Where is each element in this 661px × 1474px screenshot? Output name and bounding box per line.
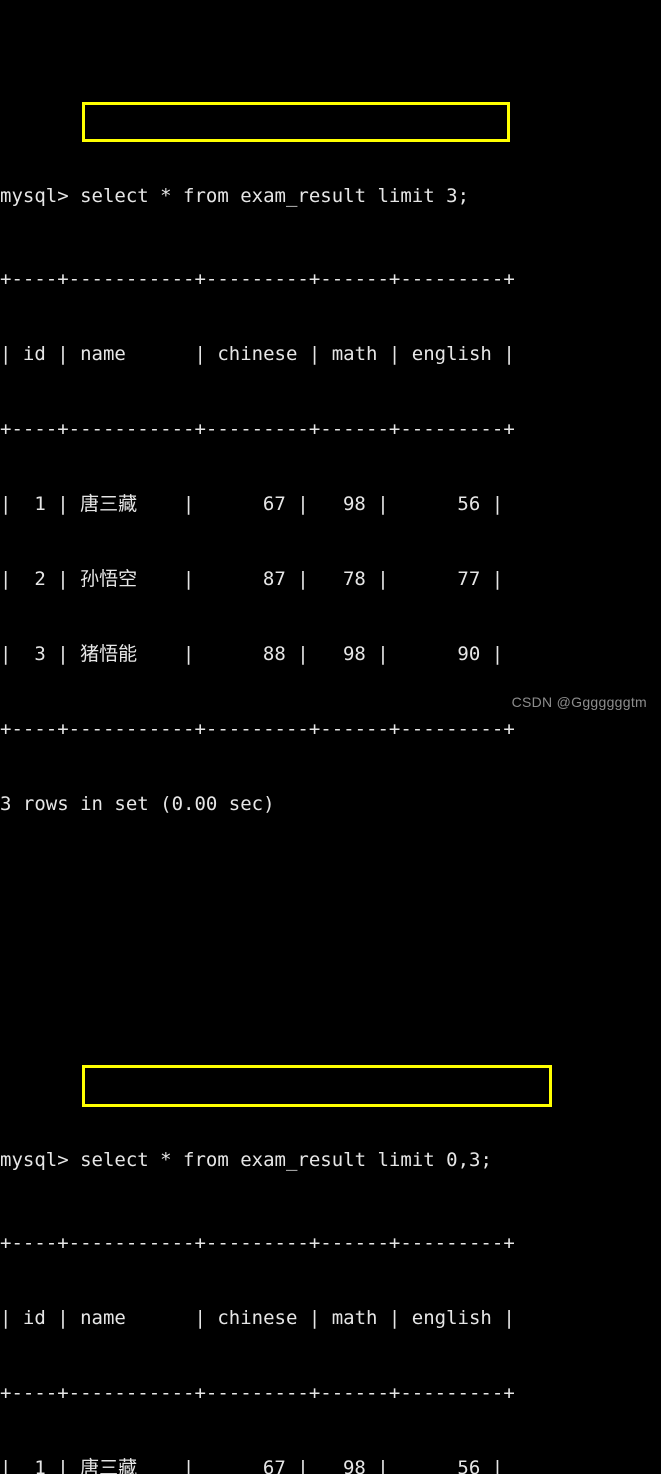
table-row: | 2 | 孙悟空 | 87 | 78 | 77 | [0, 567, 661, 592]
command-line-1: mysql> select * from exam_result limit 3… [0, 175, 661, 217]
table-separator-top-2: +----+-----------+---------+------+-----… [0, 1232, 515, 1254]
row-score-cells: | 67 | 98 | 56 | [137, 493, 504, 515]
row-id-cell: | 3 | [0, 643, 81, 665]
query-block-2: mysql> select * from exam_result limit 0… [0, 1064, 661, 1474]
row-name-cell: 猪悟能 [80, 643, 138, 665]
sql-highlight-box-2 [82, 1065, 552, 1107]
row-score-cells: | 67 | 98 | 56 | [137, 1457, 504, 1474]
table-separator-bottom-1: +----+-----------+---------+------+-----… [0, 718, 515, 740]
terminal-output: mysql> select * from exam_result limit 3… [0, 0, 661, 1474]
sql-command-1[interactable]: select * from exam_result limit 3; [80, 185, 469, 207]
table-header-1: | id | name | chinese | math | english | [0, 343, 515, 365]
row-name-cell: 唐三藏 [80, 1457, 138, 1474]
sql-command-2[interactable]: select * from exam_result limit 0,3; [80, 1149, 492, 1171]
row-id-cell: | 1 | [0, 493, 81, 515]
table-row: | 1 | 唐三藏 | 67 | 98 | 56 | [0, 1456, 661, 1474]
table-separator-mid-1: +----+-----------+---------+------+-----… [0, 418, 515, 440]
command-line-2: mysql> select * from exam_result limit 0… [0, 1139, 661, 1181]
row-score-cells: | 88 | 98 | 90 | [137, 643, 504, 665]
table-separator-mid-2: +----+-----------+---------+------+-----… [0, 1382, 515, 1404]
sql-highlight-box-1 [82, 102, 510, 142]
table-separator-top-1: +----+-----------+---------+------+-----… [0, 268, 515, 290]
row-id-cell: | 2 | [0, 568, 81, 590]
table-header-2: | id | name | chinese | math | english | [0, 1307, 515, 1329]
row-id-cell: | 1 | [0, 1457, 81, 1474]
query-block-1: mysql> select * from exam_result limit 3… [0, 100, 661, 867]
table-row: | 1 | 唐三藏 | 67 | 98 | 56 | [0, 492, 661, 517]
row-name-cell: 孙悟空 [80, 568, 138, 590]
mysql-prompt: mysql> [0, 185, 81, 207]
result-status-1: 3 rows in set (0.00 sec) [0, 793, 275, 815]
mysql-prompt: mysql> [0, 1149, 81, 1171]
csdn-watermark: CSDN @Gggggggtm [511, 694, 647, 710]
row-name-cell: 唐三藏 [80, 493, 138, 515]
row-score-cells: | 87 | 78 | 77 | [137, 568, 504, 590]
table-row: | 3 | 猪悟能 | 88 | 98 | 90 | [0, 642, 661, 667]
